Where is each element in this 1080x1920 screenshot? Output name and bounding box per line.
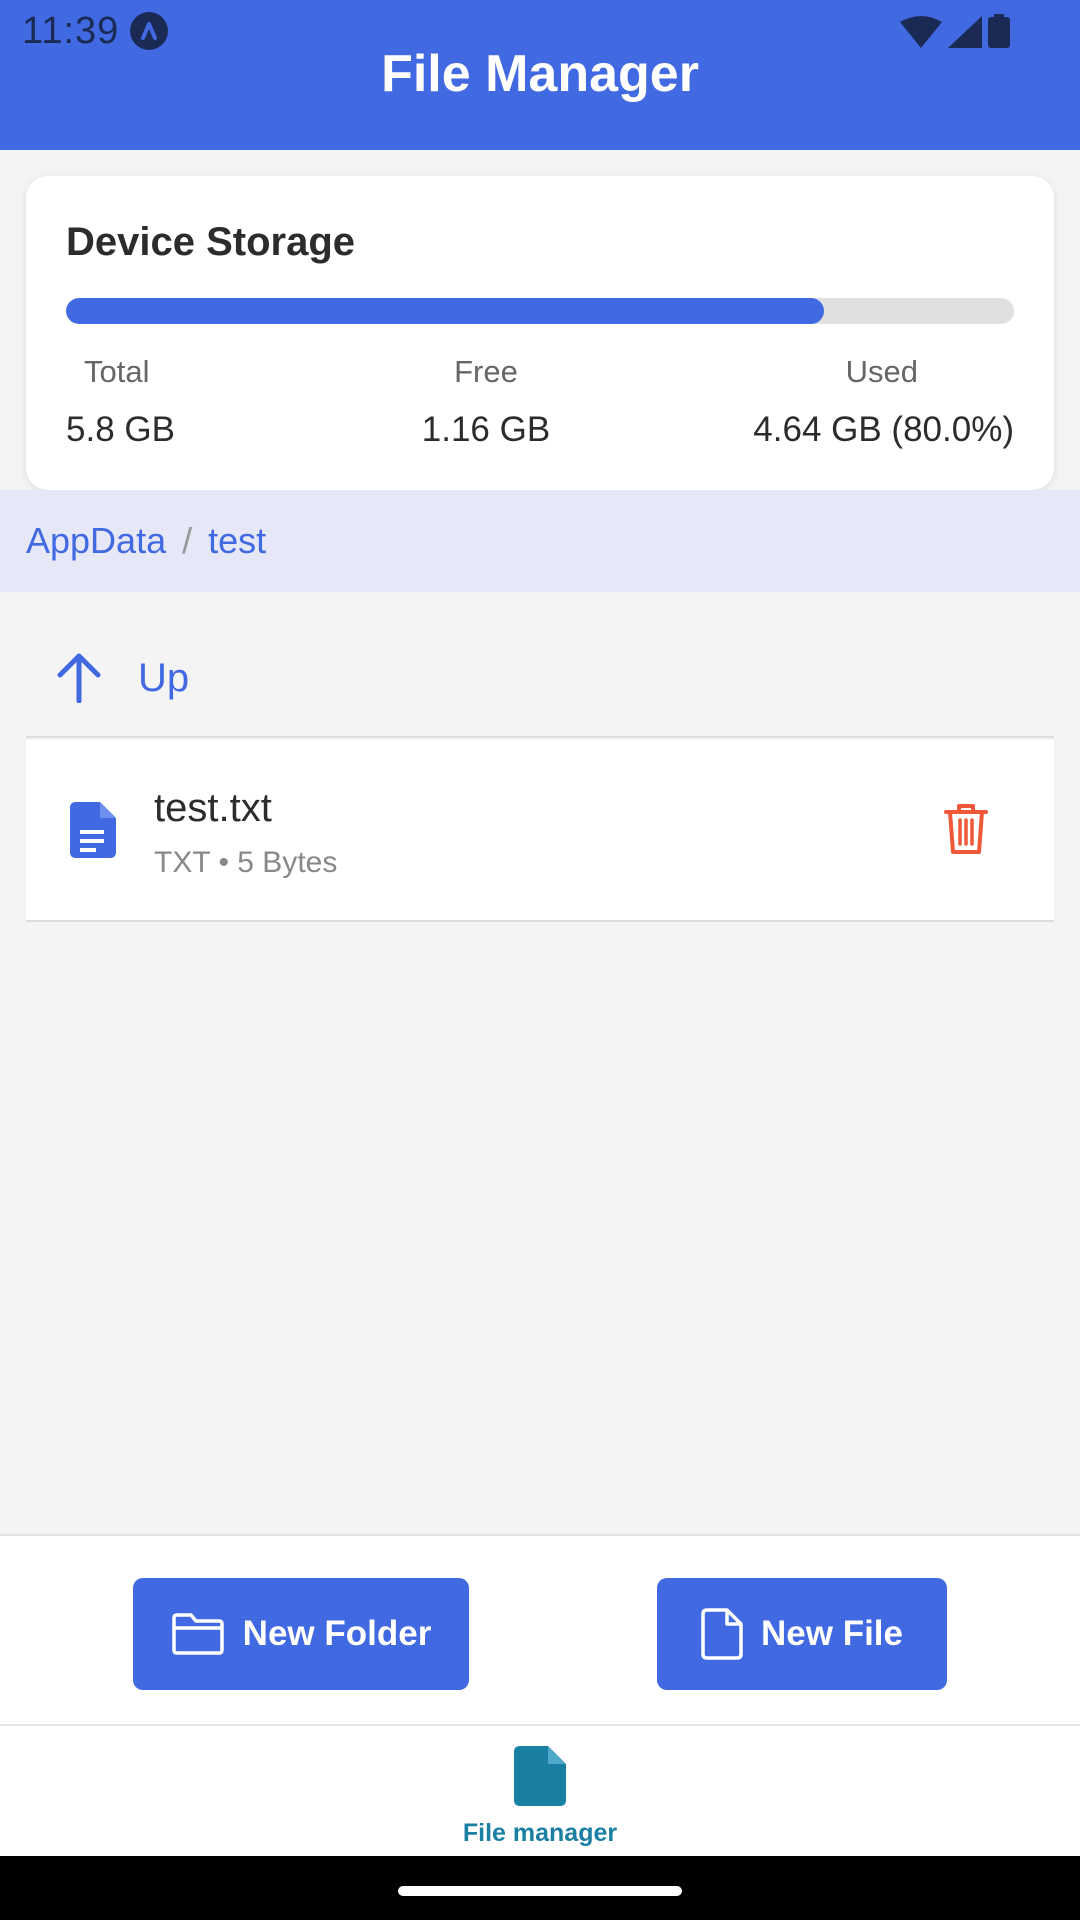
new-file-button[interactable]: New File <box>657 1578 947 1690</box>
new-folder-label: New Folder <box>242 1614 432 1653</box>
used-value: 4.64 GB (80.0%) <box>753 410 1014 449</box>
file-icon <box>514 1746 566 1806</box>
new-file-label: New File <box>761 1614 903 1653</box>
document-icon <box>70 802 116 858</box>
file-name: test.txt <box>154 786 272 830</box>
home-indicator[interactable] <box>398 1886 682 1896</box>
breadcrumb-separator: / <box>182 520 193 561</box>
used-label: Used <box>845 354 918 389</box>
app-header: 11:39 File Manager <box>0 0 1080 150</box>
nav-item-file-manager[interactable]: File manager <box>440 1746 640 1848</box>
storage-progress-fill <box>66 298 825 324</box>
bottom-nav: File manager <box>0 1726 1080 1856</box>
file-meta: TXT • 5 Bytes <box>154 846 338 879</box>
up-directory-button[interactable]: Up <box>26 620 1054 738</box>
stat-free: Free 1.16 GB <box>396 354 576 450</box>
file-list-item[interactable]: test.txt TXT • 5 Bytes <box>26 740 1054 922</box>
trash-icon[interactable] <box>944 802 988 856</box>
system-nav-bar <box>0 1856 1080 1920</box>
new-file-icon <box>701 1608 743 1660</box>
storage-card: Device Storage Total 5.8 GB Free 1.16 GB… <box>26 176 1054 490</box>
stat-total: Total 5.8 GB <box>66 354 175 450</box>
total-value: 5.8 GB <box>66 410 175 449</box>
new-folder-button[interactable]: New Folder <box>133 1578 469 1690</box>
stat-used: Used 4.64 GB (80.0%) <box>753 354 1014 450</box>
nav-label: File manager <box>462 1819 618 1847</box>
page-title: File Manager <box>381 45 699 103</box>
breadcrumb-item-test[interactable]: test <box>208 520 266 562</box>
up-label: Up <box>138 655 190 700</box>
breadcrumb-item-appdata[interactable]: AppData <box>26 520 166 562</box>
status-icons <box>900 14 1010 48</box>
battery-icon <box>988 14 1010 48</box>
storage-progress-bar <box>66 298 1014 324</box>
folder-icon <box>171 1613 224 1655</box>
free-label: Free <box>454 354 518 389</box>
arrow-up-icon <box>57 653 101 703</box>
storage-title: Device Storage <box>66 220 356 264</box>
free-value: 1.16 GB <box>421 410 551 449</box>
breadcrumb: AppData / test <box>0 490 1080 592</box>
total-label: Total <box>84 354 150 389</box>
action-bar: New Folder New File <box>0 1534 1080 1726</box>
